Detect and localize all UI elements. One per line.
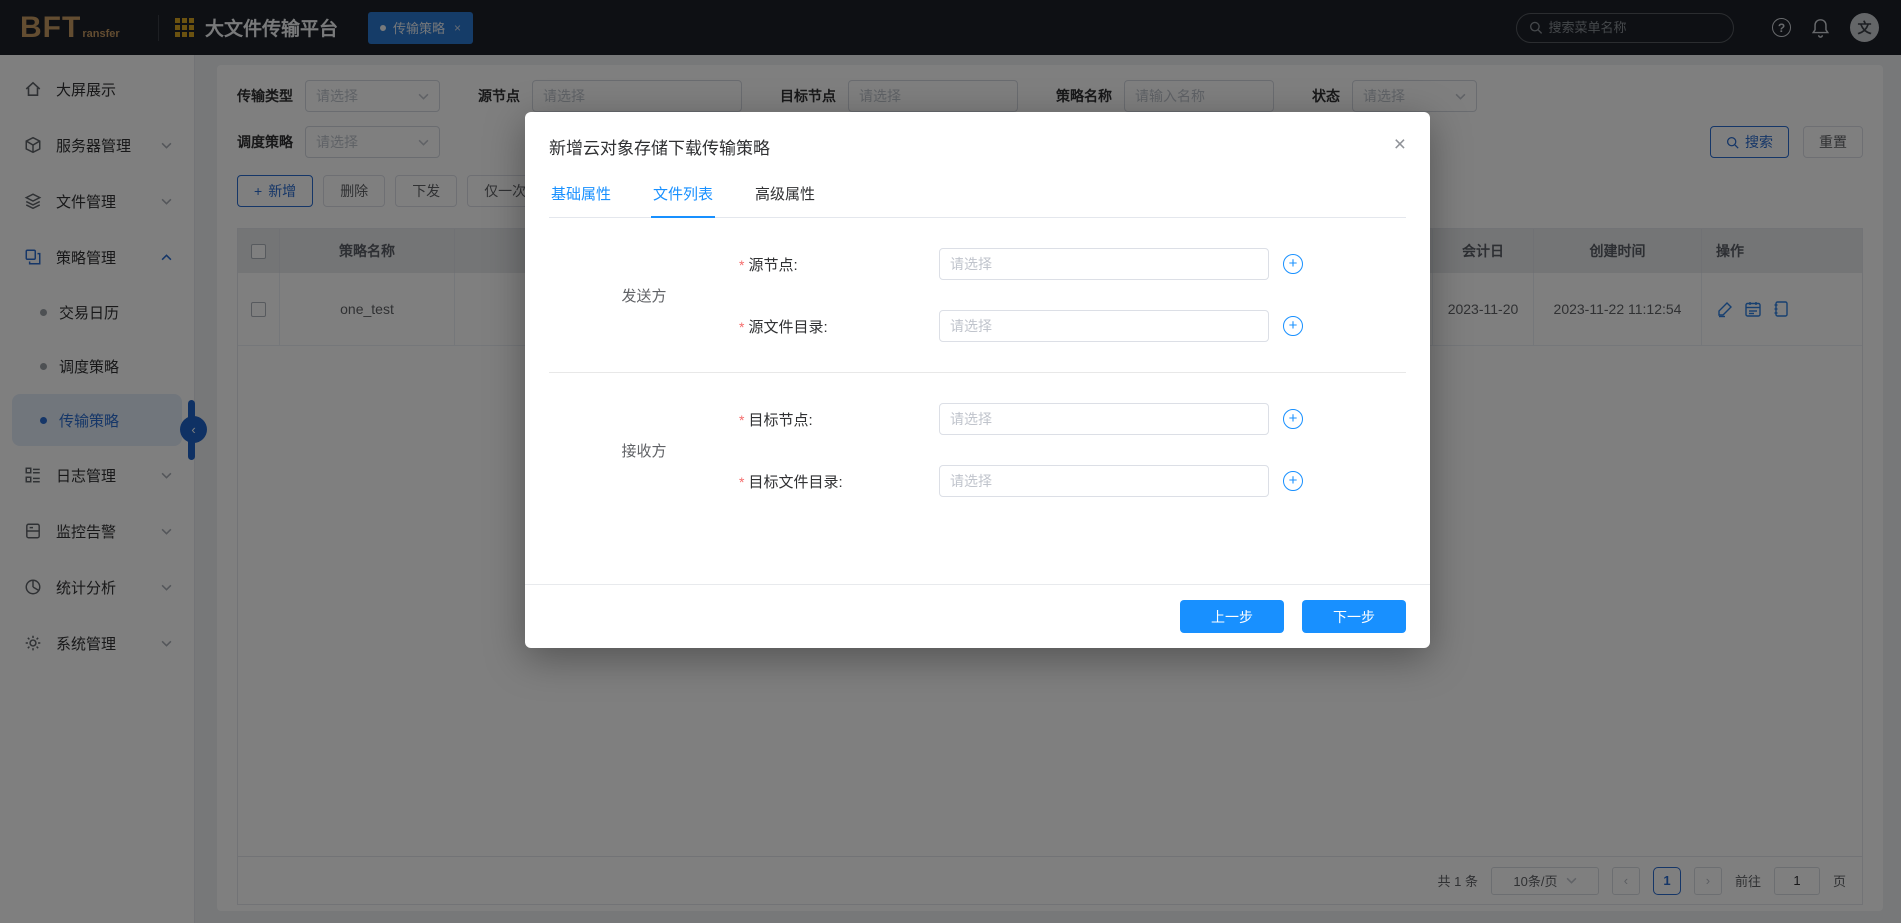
tab-label: 文件列表 bbox=[653, 186, 713, 203]
modal-target-node-input[interactable] bbox=[939, 403, 1269, 435]
source-node-label: *源节点: bbox=[739, 254, 939, 275]
tab-label: 基础属性 bbox=[551, 186, 611, 203]
required-star-icon: * bbox=[739, 257, 744, 273]
add-transfer-policy-modal: 新增云对象存储下载传输策略 × 基础属性 文件列表 高级属性 发送方 *源节点:… bbox=[525, 112, 1430, 648]
tab-file-list[interactable]: 文件列表 bbox=[651, 173, 715, 217]
receiver-group-label: 接收方 bbox=[549, 440, 739, 461]
tab-advanced-properties[interactable]: 高级属性 bbox=[753, 173, 817, 217]
add-source-node-icon[interactable]: + bbox=[1283, 254, 1303, 274]
add-target-directory-icon[interactable]: + bbox=[1283, 471, 1303, 491]
sender-group-label: 发送方 bbox=[549, 285, 739, 306]
modal-title: 新增云对象存储下载传输策略 bbox=[549, 134, 1406, 159]
target-directory-label: *目标文件目录: bbox=[739, 471, 939, 492]
modal-tabs: 基础属性 文件列表 高级属性 bbox=[549, 173, 1406, 218]
add-target-node-icon[interactable]: + bbox=[1283, 409, 1303, 429]
modal-source-node-input[interactable] bbox=[939, 248, 1269, 280]
modal-body: 发送方 *源节点: + *源文件目录: + 接收方 *目标节点: bbox=[525, 218, 1430, 584]
previous-step-button[interactable]: 上一步 bbox=[1180, 600, 1284, 633]
target-node-field-row: *目标节点: + bbox=[739, 403, 1406, 435]
source-directory-label: *源文件目录: bbox=[739, 316, 939, 337]
receiver-group: 接收方 *目标节点: + *目标文件目录: + bbox=[549, 373, 1406, 527]
required-star-icon: * bbox=[739, 474, 744, 490]
source-directory-field-row: *源文件目录: + bbox=[739, 310, 1406, 342]
modal-close-icon[interactable]: × bbox=[1394, 134, 1406, 155]
target-node-label: *目标节点: bbox=[739, 409, 939, 430]
modal-source-directory-input[interactable] bbox=[939, 310, 1269, 342]
modal-footer: 上一步 下一步 bbox=[525, 584, 1430, 648]
add-source-directory-icon[interactable]: + bbox=[1283, 316, 1303, 336]
next-step-button[interactable]: 下一步 bbox=[1302, 600, 1406, 633]
sender-group: 发送方 *源节点: + *源文件目录: + bbox=[549, 218, 1406, 373]
modal-target-directory-input[interactable] bbox=[939, 465, 1269, 497]
tab-basic-properties[interactable]: 基础属性 bbox=[549, 173, 613, 217]
source-node-field-row: *源节点: + bbox=[739, 248, 1406, 280]
modal-header: 新增云对象存储下载传输策略 × bbox=[525, 112, 1430, 169]
required-star-icon: * bbox=[739, 412, 744, 428]
tab-label: 高级属性 bbox=[755, 186, 815, 203]
target-directory-field-row: *目标文件目录: + bbox=[739, 465, 1406, 497]
required-star-icon: * bbox=[739, 319, 744, 335]
